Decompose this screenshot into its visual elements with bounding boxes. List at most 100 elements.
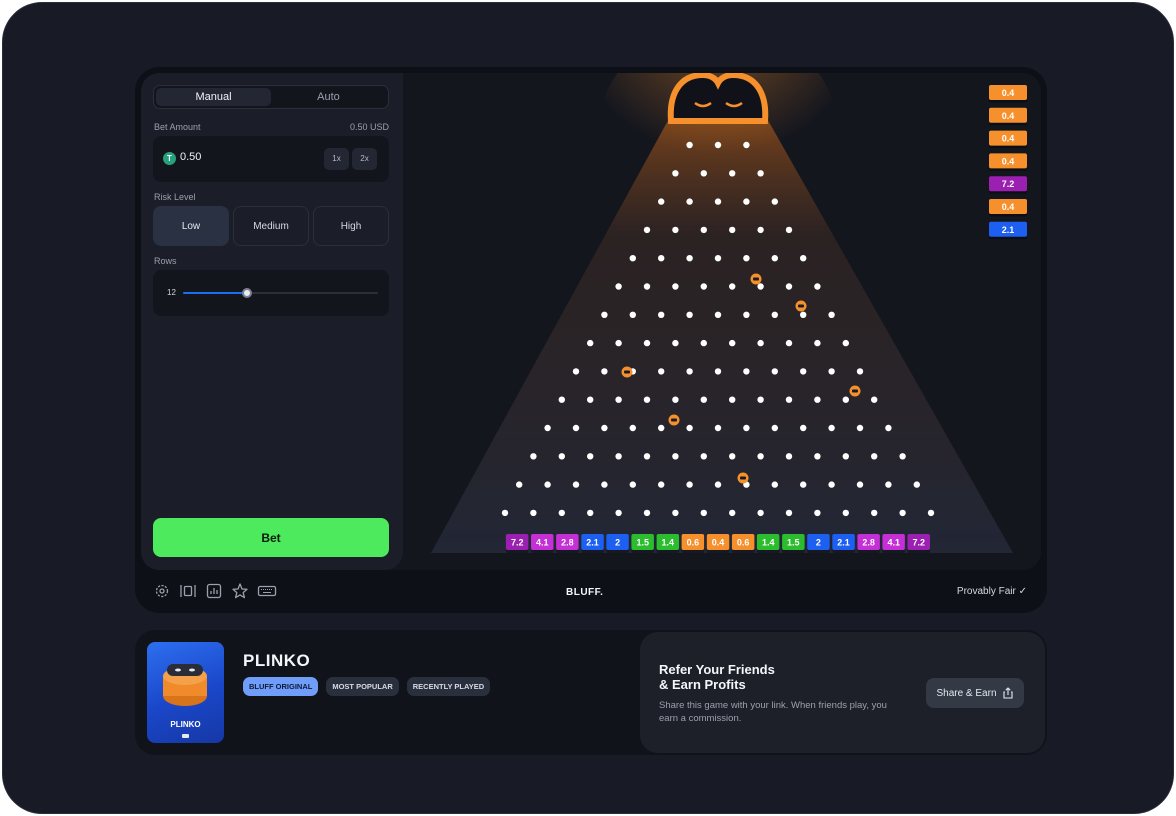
peg xyxy=(643,339,651,347)
peg xyxy=(842,509,849,517)
tag-most-popular[interactable]: MOST POPULAR xyxy=(326,677,399,696)
history-chip-label: 0.4 xyxy=(1002,156,1015,166)
bucket-label: 4.1 xyxy=(536,538,549,548)
peg xyxy=(856,481,864,488)
peg xyxy=(615,396,622,403)
game-title: PLINKO xyxy=(243,651,311,670)
peg xyxy=(658,255,665,262)
peg xyxy=(743,141,750,149)
peg xyxy=(700,453,707,460)
peg xyxy=(828,481,835,488)
tab-auto[interactable]: Auto xyxy=(271,88,386,106)
referral-description: Share this game with your link. When fri… xyxy=(659,700,887,724)
provably-fair-link[interactable]: Provably Fair ✓ xyxy=(957,586,1027,597)
plinko-board: 7.2 4.1 2.8 2.1 2 1.5 1.4 0.6 0.4 0.6 1.4 1.5 2 2.1 2.… xyxy=(403,73,1041,570)
game-toolbar: BLUFF. Provably Fair ✓ xyxy=(135,570,1047,613)
game-thumbnail[interactable]: PLINKO xyxy=(147,642,224,743)
multiply-2x-button[interactable]: 2x xyxy=(352,148,377,170)
peg xyxy=(927,509,935,517)
peg xyxy=(544,481,551,488)
bucket-label: 2.8 xyxy=(862,538,875,548)
peg xyxy=(800,311,807,318)
peg xyxy=(615,339,622,347)
peg xyxy=(629,311,636,318)
peg xyxy=(800,255,807,262)
peg xyxy=(800,481,807,488)
multiply-1x-button[interactable]: 1x xyxy=(324,148,349,170)
peg xyxy=(757,339,764,347)
favorite-star-icon[interactable] xyxy=(231,582,249,600)
peg xyxy=(729,170,736,177)
peg xyxy=(643,453,651,460)
tether-coin-icon: T xyxy=(163,152,176,165)
peg xyxy=(643,226,651,234)
stats-icon[interactable] xyxy=(205,582,223,600)
bucket-label: 2.1 xyxy=(837,538,850,548)
peg xyxy=(729,283,736,290)
peg xyxy=(672,453,679,460)
bet-amount-value[interactable]: 0.50 xyxy=(180,151,201,163)
peg xyxy=(658,311,665,318)
peg xyxy=(714,141,722,149)
peg xyxy=(700,339,707,347)
peg xyxy=(800,424,807,432)
peg xyxy=(757,396,764,403)
bucket-label: 1.4 xyxy=(762,538,775,548)
peg xyxy=(572,424,580,432)
bet-button[interactable]: Bet xyxy=(153,518,389,557)
risk-medium-button[interactable]: Medium xyxy=(233,206,309,246)
share-earn-label: Share & Earn xyxy=(936,687,997,699)
bucket-label: 2.1 xyxy=(586,538,599,548)
peg xyxy=(771,255,778,262)
peg xyxy=(743,424,750,432)
peg xyxy=(913,481,920,488)
peg xyxy=(686,311,693,318)
peg xyxy=(743,198,750,205)
rows-slider[interactable] xyxy=(183,288,378,298)
rows-slider-fill xyxy=(183,292,248,294)
risk-level-label: Risk Level xyxy=(154,192,196,202)
peg xyxy=(587,339,594,347)
tag-recently-played[interactable]: RECENTLY PLAYED xyxy=(406,677,491,696)
peg xyxy=(757,453,764,460)
settings-icon[interactable] xyxy=(153,582,171,600)
peg xyxy=(629,424,636,432)
peg xyxy=(743,311,750,318)
peg xyxy=(856,368,864,375)
game-container: Manual Auto Bet Amount 0.50 USD T 0.50 1… xyxy=(135,67,1047,613)
peg xyxy=(743,255,750,262)
peg xyxy=(899,453,906,460)
referral-title: Refer Your Friends & Earn Profits xyxy=(659,662,775,692)
peg xyxy=(885,481,892,488)
peg xyxy=(601,481,608,488)
rows-slider-thumb[interactable] xyxy=(242,288,253,298)
peg xyxy=(771,368,778,375)
keyboard-icon[interactable] xyxy=(257,582,277,600)
bucket-label: 7.2 xyxy=(511,538,524,548)
theatre-mode-icon[interactable] xyxy=(179,582,197,600)
peg xyxy=(729,226,736,234)
peg xyxy=(771,198,778,205)
game-tags: BLUFF ORIGINAL MOST POPULAR RECENTLY PLA… xyxy=(243,677,491,696)
history-chip-label: 0.4 xyxy=(1002,111,1015,121)
peg xyxy=(871,396,878,403)
tag-bluff-original[interactable]: BLUFF ORIGINAL xyxy=(243,677,319,696)
bet-amount-input[interactable]: T 0.50 1x 2x xyxy=(153,136,389,182)
risk-low-button[interactable]: Low xyxy=(153,206,229,246)
tab-manual[interactable]: Manual xyxy=(156,88,271,106)
peg xyxy=(757,226,764,234)
peg xyxy=(743,368,750,375)
peg xyxy=(672,170,679,177)
peg xyxy=(672,339,679,347)
peg xyxy=(615,509,622,517)
share-earn-button[interactable]: Share & Earn xyxy=(926,678,1024,708)
bucket-label: 0.6 xyxy=(687,538,700,548)
risk-high-button[interactable]: High xyxy=(313,206,389,246)
peg xyxy=(842,396,849,403)
dropper-mascot xyxy=(667,73,769,124)
peg xyxy=(814,283,821,290)
peg xyxy=(771,424,778,432)
peg xyxy=(714,255,722,262)
peg xyxy=(771,481,778,488)
peg xyxy=(814,509,821,517)
